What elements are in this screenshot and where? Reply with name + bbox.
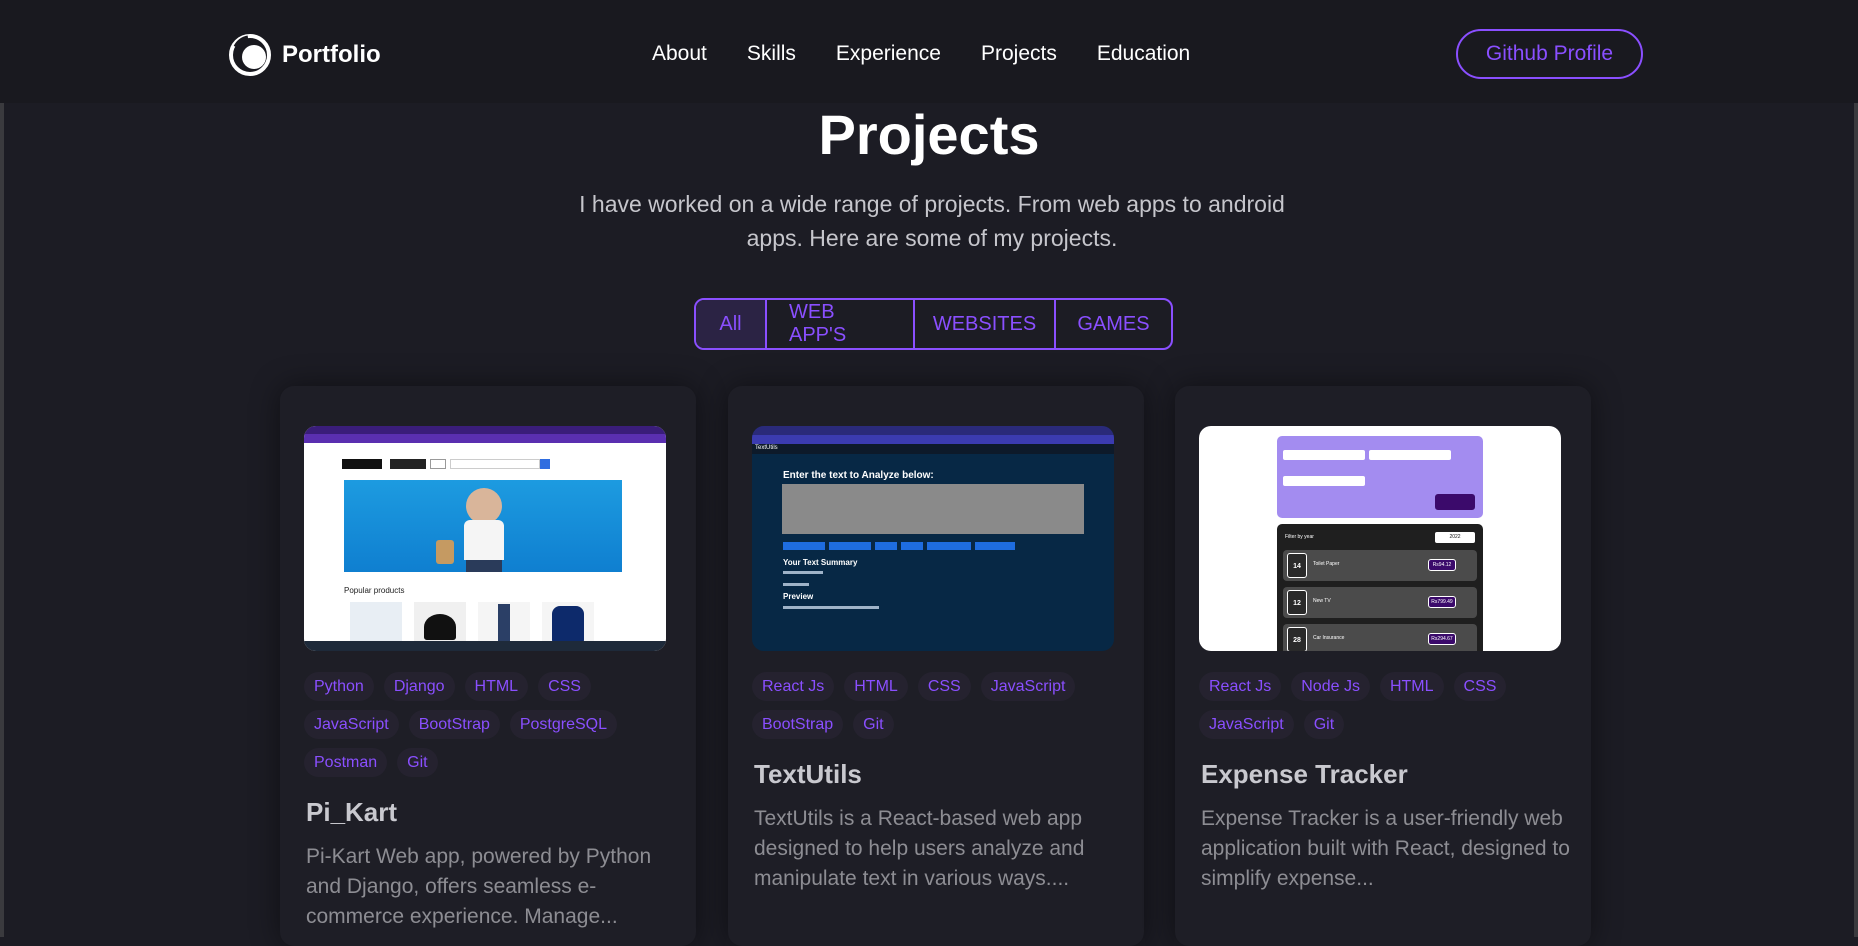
tag: BootStrap [752, 710, 844, 739]
project-card-pikart[interactable]: Popular products Python Django HTML CSS … [280, 386, 696, 946]
project-thumbnail: Popular products [304, 426, 666, 651]
tag: Postman [304, 748, 388, 777]
thumb-item-name: Car Insurance [1313, 635, 1345, 641]
thumb-preview: Preview [783, 592, 814, 601]
tag: HTML [1379, 672, 1444, 701]
tag: HTML [844, 672, 908, 701]
nav-link-education[interactable]: Education [1097, 42, 1190, 66]
thumb-item-day: 14 [1287, 553, 1307, 578]
tag: Node Js [1291, 672, 1370, 701]
section-title: Projects [818, 103, 1040, 166]
project-card-textutils[interactable]: TextUtils Enter the text to Analyze belo… [728, 386, 1144, 946]
tag: JavaScript [980, 672, 1076, 701]
tag: PostgreSQL [509, 710, 618, 739]
thumb-item-amount: Rs294.67 [1428, 633, 1456, 645]
tag: React Js [752, 672, 835, 701]
thumb-item-day: 28 [1287, 627, 1307, 651]
project-title: Pi_Kart [306, 797, 398, 827]
tag: CSS [1453, 672, 1507, 701]
project-thumbnail: TextUtils Enter the text to Analyze belo… [752, 426, 1114, 651]
tag: Django [383, 672, 455, 701]
section-subtitle: I have worked on a wide range of project… [579, 191, 1285, 251]
project-thumbnail: Filter by year 2022 14 Toilet Paper Rs94… [1199, 426, 1561, 651]
filter-tab-web-apps[interactable]: WEB APP'S [767, 300, 915, 348]
project-description: Pi-Kart Web app, powered by Python and D… [306, 845, 652, 928]
tag-list: React Js Node Js HTML CSS JavaScript Git [1199, 672, 1569, 739]
nav-links: About Skills Experience Projects Educati… [652, 42, 1190, 66]
logo-text: Portfolio [282, 41, 381, 68]
filter-tab-websites[interactable]: WEBSITES [915, 300, 1056, 348]
filter-tab-all[interactable]: All [696, 300, 767, 348]
thumb-item-name: New TV [1313, 598, 1331, 604]
thumb-filter-label: Filter by year [1285, 534, 1314, 540]
thumb-item-name: Toilet Paper [1313, 561, 1340, 567]
thumb-brand: TextUtils [755, 445, 778, 451]
project-title: TextUtils [754, 759, 862, 789]
tag-list: Python Django HTML CSS JavaScript BootSt… [304, 672, 674, 777]
thumb-heading: Enter the text to Analyze below: [783, 470, 934, 481]
project-card-expense-tracker[interactable]: Filter by year 2022 14 Toilet Paper Rs94… [1175, 386, 1591, 946]
hero-banner-image [344, 480, 622, 572]
github-profile-button[interactable]: Github Profile [1456, 29, 1643, 79]
thumb-summary: Your Text Summary [783, 558, 858, 567]
nav-link-experience[interactable]: Experience [836, 42, 941, 66]
project-description: Expense Tracker is a user-friendly web a… [1201, 807, 1570, 890]
nav-link-about[interactable]: About [652, 42, 707, 66]
navbar: Portfolio About Skills Experience Projec… [0, 0, 1858, 103]
tag: JavaScript [304, 710, 399, 739]
tag: CSS [917, 672, 971, 701]
logo[interactable]: Portfolio [228, 33, 381, 77]
tag: CSS [538, 672, 591, 701]
thumb-item-amount: Rs94.12 [1428, 559, 1456, 571]
project-title: Expense Tracker [1201, 759, 1408, 789]
tag: JavaScript [1199, 710, 1294, 739]
tag: BootStrap [408, 710, 500, 739]
tag: Git [397, 748, 438, 777]
project-filter-tabs: All WEB APP'S WEBSITES GAMES [694, 298, 1173, 350]
nav-link-skills[interactable]: Skills [747, 42, 796, 66]
tag: HTML [464, 672, 529, 701]
logo-icon [228, 33, 272, 77]
tag: Python [304, 672, 374, 701]
nav-link-projects[interactable]: Projects [981, 42, 1057, 66]
thumb-year-select: 2022 [1435, 532, 1475, 543]
tag: Git [853, 710, 894, 739]
project-description: TextUtils is a React-based web app desig… [754, 807, 1085, 890]
popular-products-label: Popular products [344, 586, 405, 595]
tag: React Js [1199, 672, 1282, 701]
thumb-item-amount: Rs799.49 [1428, 596, 1456, 608]
filter-tab-games[interactable]: GAMES [1056, 300, 1171, 348]
thumb-item-day: 12 [1287, 590, 1307, 615]
tag-list: React Js HTML CSS JavaScript BootStrap G… [752, 672, 1122, 739]
tag: Git [1303, 710, 1345, 739]
